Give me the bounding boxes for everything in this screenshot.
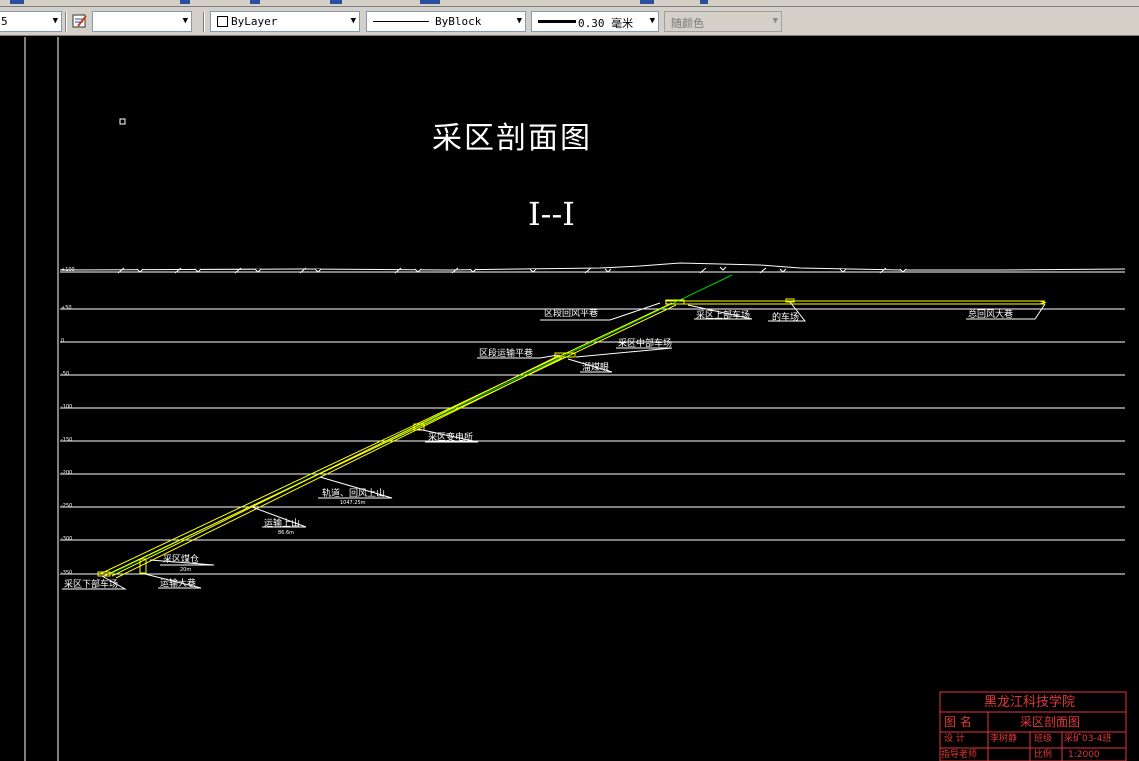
- toolbar-icon[interactable]: [640, 0, 654, 4]
- color-swatch-icon: [217, 16, 228, 27]
- designer-name: 李树静: [990, 734, 1018, 744]
- toolbar-icon[interactable]: [420, 0, 440, 4]
- section-mark: I--I: [528, 195, 575, 233]
- chevron-down-icon: ▼: [772, 16, 778, 26]
- lineweight-value: 0.30 毫米: [578, 17, 634, 30]
- drawing-name-label: 图 名: [944, 715, 972, 729]
- leader-lines: [62, 301, 1046, 590]
- car-yard-label: 的车场: [772, 313, 800, 323]
- lineweight-sample-icon: [538, 20, 576, 23]
- drawing-title: 采区剖面图: [432, 121, 592, 156]
- elevation-label: -200: [61, 470, 73, 476]
- title-block: 黑龙江科技学院 图 名 采区剖面图 设 计 李树静 班级 采矿03-4班 指导老…: [940, 692, 1126, 761]
- lineweight-combo[interactable]: 0.30 毫米 ▼: [531, 11, 659, 32]
- elevation-label: -100: [61, 404, 73, 410]
- class-label: 班级: [1034, 734, 1053, 744]
- toolbar-icon[interactable]: [250, 0, 260, 4]
- substation-label: 采区变电所: [428, 433, 474, 443]
- advisor-label: 指导老师: [941, 750, 978, 760]
- chevron-down-icon[interactable]: ▼: [650, 16, 655, 26]
- plot-style-combo: 随颜色 ▼: [664, 11, 782, 32]
- toolbar-icon[interactable]: [180, 0, 190, 4]
- plot-style-value: 随颜色: [671, 17, 704, 30]
- insertion-marker: [119, 118, 126, 125]
- elevation-label: +50: [61, 305, 72, 311]
- lower-yard-label: 采区下部车场: [64, 580, 119, 590]
- chevron-down-icon[interactable]: ▼: [183, 16, 188, 26]
- linetype-combo[interactable]: ByBlock ▼: [366, 11, 526, 32]
- transport-incline-length: 86.6m: [278, 530, 295, 536]
- chevron-down-icon[interactable]: ▼: [517, 16, 522, 26]
- chevron-down-icon[interactable]: ▼: [53, 16, 58, 26]
- layer-manager-button[interactable]: [70, 12, 90, 31]
- drawing-canvas[interactable]: 采区剖面图 I--I +100 +50 0 -50 -100 -150 -200…: [0, 37, 1139, 761]
- layer-combo[interactable]: ▼: [92, 11, 192, 32]
- standard-toolbar-strip: [0, 0, 1139, 7]
- transport-level-label: 区段运输平巷: [479, 349, 534, 359]
- track-incline-length: 1047.25m: [340, 500, 366, 506]
- design-label: 设 计: [944, 734, 965, 744]
- elevation-label: -250: [61, 503, 73, 509]
- elevation-label: +100: [61, 267, 75, 273]
- toolbar-separator: [203, 12, 205, 32]
- toolbar-icon[interactable]: [700, 0, 708, 4]
- elevation-label: 0: [61, 338, 65, 344]
- elevation-label: -50: [61, 371, 70, 377]
- color-combo-value: 5: [1, 15, 8, 28]
- ground-surface-line: [59, 262, 1126, 271]
- main-return-label: 总回风大巷: [968, 310, 1014, 320]
- linetype-sample-icon: [373, 21, 429, 22]
- color-control-combo[interactable]: ByLayer ▼: [210, 11, 360, 32]
- drawing-name-value: 采区剖面图: [1020, 715, 1081, 729]
- toolbar-separator: [65, 12, 67, 32]
- elevation-label: -350: [61, 570, 73, 576]
- scale-label: 比例: [1034, 750, 1053, 760]
- chevron-down-icon[interactable]: ▼: [351, 16, 356, 26]
- elevation-label: -300: [61, 536, 73, 542]
- linetype-value: ByBlock: [435, 15, 482, 28]
- coal-chute-label: 溜煤眼: [582, 363, 610, 373]
- scale-value: 1:2000: [1068, 750, 1100, 760]
- school-name: 黑龙江科技学院: [984, 695, 1076, 710]
- upper-yard-label: 采区上部车场: [696, 311, 751, 321]
- properties-toolbar: 5 ▼ ▼ ByLayer ▼ ByBlock ▼ 0.30 毫米 ▼ 随颜色 …: [0, 7, 1139, 36]
- elevation-label: -150: [61, 437, 73, 443]
- color-control-value: ByLayer: [231, 15, 278, 28]
- return-air-level-label: 区段回风平巷: [544, 309, 599, 319]
- toolbar-icon[interactable]: [10, 0, 24, 4]
- class-value: 采矿03-4班: [1064, 734, 1112, 744]
- coal-bunker-label: 采区煤仓: [163, 555, 200, 565]
- main-return-airway: [665, 298, 1047, 305]
- coal-bunker-length: 20m: [180, 567, 192, 573]
- layer-properties-icon: [72, 14, 87, 28]
- toolbar-icon[interactable]: [330, 0, 342, 4]
- middle-yard-label: 采区中部车场: [618, 339, 673, 349]
- color-combo[interactable]: 5 ▼: [0, 11, 62, 32]
- main-haulage-label: 运输大巷: [160, 579, 197, 589]
- elevation-grid: [60, 308, 1125, 575]
